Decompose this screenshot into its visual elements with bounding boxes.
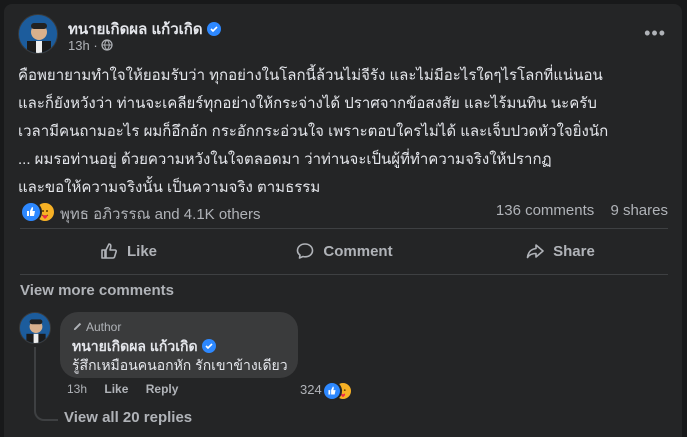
comment-actions: 13h Like Reply [67,382,192,396]
comments-count[interactable]: 136 comments [496,202,594,219]
comment-button[interactable]: Comment [236,231,452,271]
verified-badge-icon [201,339,216,353]
comment-bubble: Author ทนายเกิดผล แก้วเกิด รู้สึกเหมือนค… [60,312,298,378]
post-line: และขอให้ความจริงนั้น เป็นความจริง ตามธรร… [18,179,321,196]
like-reaction-icon [20,201,42,223]
post-author-label[interactable]: ทนายเกิดผล แก้วเกิด [68,21,203,38]
comment-reaction-count: 324 [300,382,322,397]
thread-line [34,347,58,421]
thumbs-up-icon [101,243,117,259]
reaction-icons[interactable] [20,201,56,223]
comment-label: Comment [323,242,393,260]
post-body: คือพยายามทำใจให้ยอมรับว่า ทุกอย่างในโลกน… [18,62,672,202]
view-more-comments-link[interactable]: View more comments [20,282,174,299]
comment-author-label[interactable]: ทนายเกิดผล แก้วเกิด [72,338,198,354]
post-line: เวลามีคนถามอะไร ผมก็อึกอัก กระอักกระอ่วน… [18,123,609,140]
post-header: ทนายเกิดผล แก้วเกิด 13h · ••• [18,14,672,62]
post-line: และก็ยังหวังว่า ท่านจะเคลียร์ทุกอย่างให้… [18,95,597,112]
like-reaction-icon [322,381,342,401]
comment-like-button[interactable]: Like [104,382,128,396]
share-icon [526,244,544,259]
divider [20,274,668,275]
share-label: Share [553,242,595,260]
author-avatar[interactable] [18,14,58,54]
pencil-icon [73,322,82,331]
post-line: คือพยายามทำใจให้ยอมรับว่า ทุกอย่างในโลกน… [18,67,603,84]
comment-reply-button[interactable]: Reply [146,382,179,396]
divider [20,228,668,229]
reactions-summary[interactable]: พุทธ อภิวรรณ and 4.1K others [60,202,261,226]
author-badge: Author [72,320,121,334]
share-button[interactable]: Share [452,231,668,271]
comment-reactions[interactable]: 324 [300,381,353,401]
post-stats: พุทธ อภิวรรณ and 4.1K others 136 comment… [20,199,668,223]
shares-count[interactable]: 9 shares [610,202,668,219]
more-options-icon[interactable]: ••• [644,24,666,42]
view-replies-link[interactable]: View all 20 replies [64,409,192,426]
post-line: ... ผมรอท่านอยู่ ด้วยความหวังในใจตลอดมา … [18,151,552,168]
commenter-avatar[interactable] [19,312,51,344]
post-time[interactable]: 13h [68,38,90,53]
like-button[interactable]: Like [20,231,236,271]
like-label: Like [126,242,157,260]
post-card: ทนายเกิดผล แก้วเกิด 13h · ••• คือพยายามท… [4,4,682,437]
globe-icon [101,38,113,53]
post-actions: Like Comment Share [20,231,668,271]
post-counts: 136 comments 9 shares [484,202,668,219]
comment-time[interactable]: 13h [67,382,87,396]
post-meta: 13h · [68,38,113,53]
comment-icon [297,243,314,259]
comment-text: รู้สึกเหมือนคนอกหัก รักเขาข้างเดียว [72,357,288,373]
verified-badge-icon [206,22,221,36]
author-badge-label: Author [86,320,122,334]
